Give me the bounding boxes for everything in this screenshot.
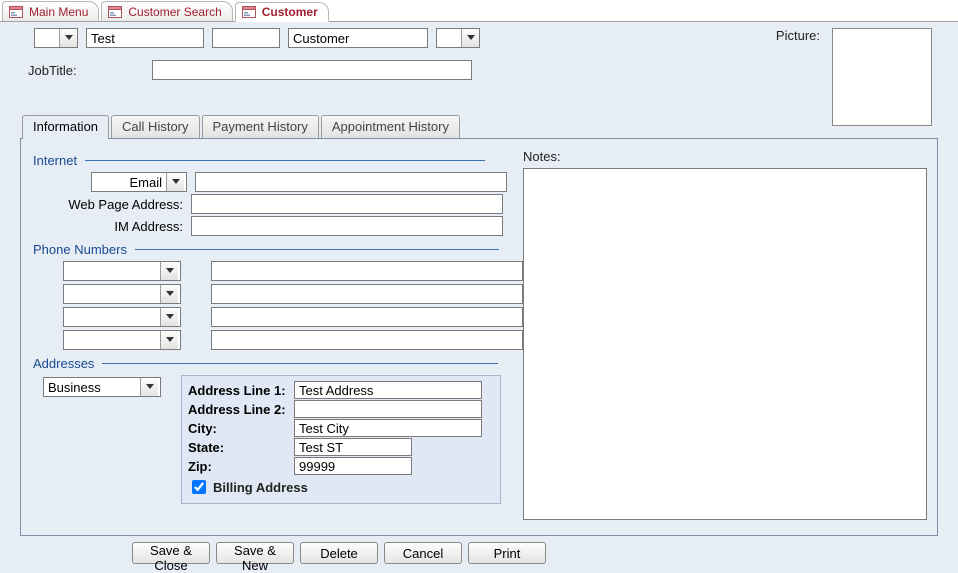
phone-type-combo[interactable] (63, 307, 181, 327)
window-tab-customer-search[interactable]: Customer Search (101, 1, 232, 21)
suffix-combo[interactable] (436, 28, 480, 48)
window-tab-main-menu[interactable]: Main Menu (2, 1, 99, 21)
middle-input[interactable] (212, 28, 280, 48)
city-label: City: (188, 421, 286, 436)
email-input[interactable] (195, 172, 507, 192)
phone-number-input[interactable] (211, 307, 523, 327)
button-bar: Save & Close Save & New Delete Cancel Pr… (20, 542, 938, 564)
phone-type-combo[interactable] (63, 261, 181, 281)
address-box: Address Line 1: Address Line 2: City: (181, 375, 501, 504)
email-type-combo[interactable] (91, 172, 187, 192)
notes-textarea[interactable] (523, 168, 927, 520)
phone-type-combo[interactable] (63, 284, 181, 304)
notes-area: Notes: (523, 149, 927, 523)
address-line2-label: Address Line 2: (188, 402, 286, 417)
phone-number-input[interactable] (211, 284, 523, 304)
prefix-combo[interactable] (34, 28, 78, 48)
picture-box[interactable] (832, 28, 932, 126)
divider (102, 363, 498, 364)
phone-type-input[interactable] (64, 285, 160, 303)
divider (85, 160, 485, 161)
jobtitle-input[interactable] (152, 60, 472, 80)
form-icon (242, 6, 256, 18)
last-name-input[interactable] (288, 28, 428, 48)
jobtitle-label: JobTitle: (24, 63, 142, 78)
first-name-input[interactable] (86, 28, 204, 48)
window-tab-label: Main Menu (29, 5, 88, 19)
phone-number-input[interactable] (211, 330, 523, 350)
window-tab-label: Customer (262, 5, 318, 19)
save-new-button[interactable]: Save & New (216, 542, 294, 564)
suffix-input[interactable] (437, 29, 461, 47)
tab-payment-history[interactable]: Payment History (202, 115, 319, 138)
tab-information[interactable]: Information (22, 115, 109, 138)
phone-type-input[interactable] (64, 331, 160, 349)
chevron-down-icon[interactable] (160, 285, 178, 303)
billing-checkbox[interactable] (192, 480, 206, 494)
chevron-down-icon[interactable] (160, 308, 178, 326)
tab-label: Call History (122, 119, 188, 134)
chevron-down-icon[interactable] (140, 378, 158, 396)
zip-label: Zip: (188, 459, 286, 474)
picture-label: Picture: (776, 28, 820, 43)
tab-label: Appointment History (332, 119, 449, 134)
chevron-down-icon[interactable] (160, 331, 178, 349)
notes-label: Notes: (523, 149, 927, 164)
window-tab-customer[interactable]: Customer (235, 2, 329, 22)
prefix-input[interactable] (35, 29, 59, 47)
chevron-down-icon[interactable] (461, 29, 479, 47)
tab-appointment-history[interactable]: Appointment History (321, 115, 460, 138)
name-row: Picture: JobTitle: (20, 28, 938, 83)
chevron-down-icon[interactable] (59, 29, 77, 47)
group-title: Phone Numbers (33, 242, 127, 257)
window-tab-strip: Main Menu Customer Search Customer (0, 0, 958, 22)
phone-number-input[interactable] (211, 261, 523, 281)
tab-call-history[interactable]: Call History (111, 115, 199, 138)
im-input[interactable] (191, 216, 503, 236)
group-title: Internet (33, 153, 77, 168)
address-line1-input[interactable] (294, 381, 482, 399)
webpage-label: Web Page Address: (33, 197, 183, 212)
form-icon (9, 6, 23, 18)
divider (135, 249, 499, 250)
address-type-input[interactable] (44, 378, 140, 396)
customer-form: Picture: JobTitle: Information Call Hist… (0, 22, 958, 572)
state-label: State: (188, 440, 286, 455)
cancel-button[interactable]: Cancel (384, 542, 462, 564)
chevron-down-icon[interactable] (166, 173, 184, 191)
im-label: IM Address: (33, 219, 183, 234)
email-type-input[interactable] (92, 173, 166, 191)
phone-type-combo[interactable] (63, 330, 181, 350)
save-close-button[interactable]: Save & Close (132, 542, 210, 564)
address-line1-label: Address Line 1: (188, 383, 286, 398)
tab-label: Payment History (213, 119, 308, 134)
state-input[interactable] (294, 438, 412, 456)
group-title: Addresses (33, 356, 94, 371)
delete-button[interactable]: Delete (300, 542, 378, 564)
billing-label: Billing Address (213, 480, 308, 495)
sub-tab-strip: Information Call History Payment History… (22, 115, 938, 138)
print-button[interactable]: Print (468, 542, 546, 564)
information-panel: Internet Web Page Address: IM Address: (20, 138, 938, 536)
address-line2-input[interactable] (294, 400, 482, 418)
chevron-down-icon[interactable] (160, 262, 178, 280)
zip-input[interactable] (294, 457, 412, 475)
webpage-input[interactable] (191, 194, 503, 214)
city-input[interactable] (294, 419, 482, 437)
tab-label: Information (33, 119, 98, 134)
window-tab-label: Customer Search (128, 5, 221, 19)
phone-type-input[interactable] (64, 308, 160, 326)
phone-type-input[interactable] (64, 262, 160, 280)
address-type-combo[interactable] (43, 377, 161, 397)
form-icon (108, 6, 122, 18)
